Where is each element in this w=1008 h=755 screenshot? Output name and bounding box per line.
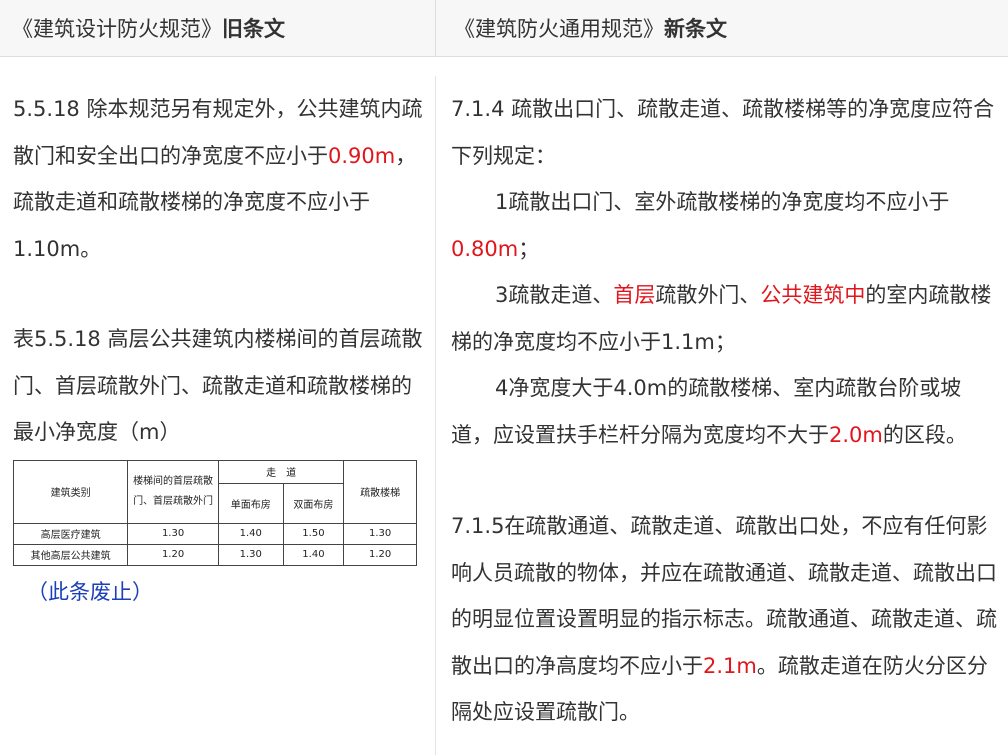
highlight-value: 首层 bbox=[613, 283, 656, 308]
abolished-note: （此条废止） bbox=[27, 579, 153, 604]
table-cell: 1.40 bbox=[282, 543, 345, 566]
clause-text: ； bbox=[518, 236, 540, 261]
old-clause-column: 5.5.18 除本规范另有规定外，公共建筑内疏散门和安全出口的净宽度不应小于0.… bbox=[0, 76, 436, 755]
table-caption: 表5.5.18 高层公共建筑内楼梯间的首层疏散门、首层疏散外门、疏散走道和疏散楼… bbox=[13, 327, 423, 445]
clause-7-1-4-item-4: 4净宽度大于4.0m的疏散楼梯、室内疏散台阶或坡道，应设置扶手栏杆分隔为宽度均不… bbox=[451, 365, 1000, 458]
table-header-door: 楼梯间的首层疏散门、首层疏散外门 bbox=[127, 459, 219, 524]
table-cell: 高层医疗建筑 bbox=[12, 522, 129, 545]
table-cell: 1.50 bbox=[282, 522, 345, 545]
highlight-value: 0.80m bbox=[451, 236, 519, 261]
clause-text: 3疏散走道、 bbox=[495, 283, 614, 308]
old-standard-title: 《建筑设计防火规范》 bbox=[12, 17, 222, 41]
clause-5-5-18: 5.5.18 除本规范另有规定外，公共建筑内疏散门和安全出口的净宽度不应小于0.… bbox=[13, 86, 425, 272]
table-header-single: 单面布房 bbox=[217, 482, 284, 524]
table-header-corridor: 走 道 bbox=[217, 459, 345, 484]
table-header-double: 双面布房 bbox=[282, 482, 345, 524]
new-standard-title: 《建筑防火通用规范》 bbox=[454, 17, 664, 41]
clause-7-1-5: 7.1.5在疏散通道、疏散走道、疏散出口处，不应有任何影响人员疏散的物体，并应在… bbox=[451, 503, 1000, 736]
table-cell: 1.20 bbox=[343, 543, 417, 566]
table-cell: 其他高层公共建筑 bbox=[12, 543, 129, 566]
highlight-value: 0.90m bbox=[328, 143, 396, 168]
old-clause-header: 《建筑设计防火规范》 旧条文 bbox=[0, 0, 436, 57]
table-header-category: 建筑类别 bbox=[12, 459, 129, 524]
clause-text: 疏散外门、 bbox=[655, 283, 761, 308]
table-cell: 1.40 bbox=[217, 522, 284, 545]
min-width-table: 建筑类别 楼梯间的首层疏散门、首层疏散外门 走 道 疏散楼梯 单面布房 双面布房… bbox=[12, 459, 417, 566]
table-cell: 1.30 bbox=[127, 522, 219, 545]
new-clause-column: 7.1.4 疏散出口门、疏散走道、疏散楼梯等的净宽度应符合下列规定： 1疏散出口… bbox=[436, 76, 1008, 755]
clause-text: 1疏散出口门、室外疏散楼梯的净宽度均不应小于 bbox=[495, 190, 950, 215]
table-cell: 1.30 bbox=[217, 543, 284, 566]
table-row: 其他高层公共建筑 1.20 1.30 1.40 1.20 bbox=[12, 543, 417, 566]
highlight-value: 2.1m bbox=[703, 653, 757, 678]
clause-7-1-4-item-3: 3疏散走道、首层疏散外门、公共建筑中的室内疏散楼梯的净宽度均不应小于1.1m； bbox=[451, 272, 1000, 365]
table-cell: 1.20 bbox=[127, 543, 219, 566]
clause-7-1-4: 7.1.4 疏散出口门、疏散走道、疏散楼梯等的净宽度应符合下列规定： bbox=[451, 97, 995, 168]
table-row: 高层医疗建筑 1.30 1.40 1.50 1.30 bbox=[12, 522, 417, 545]
highlight-value: 2.0m bbox=[829, 422, 883, 447]
clause-text: 的区段。 bbox=[882, 422, 967, 447]
highlight-value: 公共建筑中 bbox=[760, 283, 866, 308]
comparison-table: 《建筑设计防火规范》 旧条文 《建筑防火通用规范》 新条文 5.5.18 除本规范另… bbox=[0, 0, 1008, 755]
old-clause-tag: 旧条文 bbox=[222, 17, 285, 41]
new-clause-tag: 新条文 bbox=[664, 17, 727, 41]
table-cell: 1.30 bbox=[343, 522, 417, 545]
table-header-stairs: 疏散楼梯 bbox=[343, 459, 417, 524]
clause-7-1-4-item-1: 1疏散出口门、室外疏散楼梯的净宽度均不应小于 0.80m； bbox=[451, 179, 1000, 272]
new-clause-header: 《建筑防火通用规范》 新条文 bbox=[436, 0, 1008, 57]
